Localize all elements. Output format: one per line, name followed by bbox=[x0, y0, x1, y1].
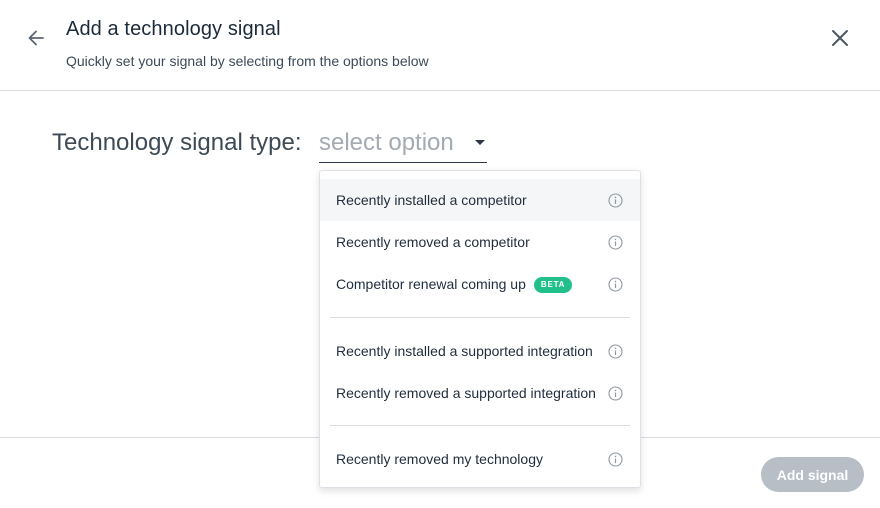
option-label-text: Competitor renewal coming up bbox=[336, 275, 526, 292]
dropdown-divider bbox=[330, 317, 630, 318]
close-icon bbox=[832, 30, 848, 46]
info-icon[interactable] bbox=[608, 344, 623, 359]
add-signal-button[interactable]: Add signal bbox=[761, 457, 864, 492]
option-recently-installed-competitor[interactable]: Recently installed a competitor bbox=[320, 179, 640, 221]
info-icon[interactable] bbox=[608, 235, 623, 250]
option-recently-removed-my-technology[interactable]: Recently removed my technology bbox=[320, 438, 640, 480]
info-icon[interactable] bbox=[608, 452, 623, 467]
modal-subtitle: Quickly set your signal by selecting fro… bbox=[66, 53, 429, 69]
signal-type-row: Technology signal type: select option bbox=[52, 127, 487, 163]
select-placeholder: select option bbox=[319, 129, 454, 156]
option-label: Recently removed my technology bbox=[336, 451, 543, 467]
option-competitor-renewal[interactable]: Competitor renewal coming up BETA bbox=[320, 263, 640, 305]
beta-badge: BETA bbox=[533, 276, 573, 293]
option-label: Competitor renewal coming up BETA bbox=[336, 275, 573, 293]
signal-type-select[interactable]: select option bbox=[319, 127, 487, 163]
close-button[interactable] bbox=[826, 24, 854, 52]
signal-type-dropdown: Recently installed a competitor Recently… bbox=[319, 170, 641, 488]
option-label: Recently removed a competitor bbox=[336, 234, 530, 250]
option-label: Recently installed a supported integrati… bbox=[336, 343, 593, 359]
info-icon[interactable] bbox=[608, 193, 623, 208]
signal-type-label: Technology signal type: bbox=[52, 129, 302, 156]
option-recently-removed-integration[interactable]: Recently removed a supported integration bbox=[320, 372, 640, 414]
modal-header: Add a technology signal Quickly set your… bbox=[0, 0, 880, 91]
option-recently-installed-integration[interactable]: Recently installed a supported integrati… bbox=[320, 330, 640, 372]
option-recently-removed-competitor[interactable]: Recently removed a competitor bbox=[320, 221, 640, 263]
dropdown-divider bbox=[330, 425, 630, 426]
info-icon[interactable] bbox=[608, 386, 623, 401]
caret-down-icon bbox=[475, 140, 485, 145]
modal-title: Add a technology signal bbox=[66, 18, 281, 40]
option-label: Recently installed a competitor bbox=[336, 192, 527, 208]
arrow-left-icon bbox=[28, 30, 44, 46]
back-button[interactable] bbox=[22, 24, 50, 52]
info-icon[interactable] bbox=[608, 277, 623, 292]
add-signal-modal: Add a technology signal Quickly set your… bbox=[0, 0, 880, 508]
option-label: Recently removed a supported integration bbox=[336, 385, 596, 401]
